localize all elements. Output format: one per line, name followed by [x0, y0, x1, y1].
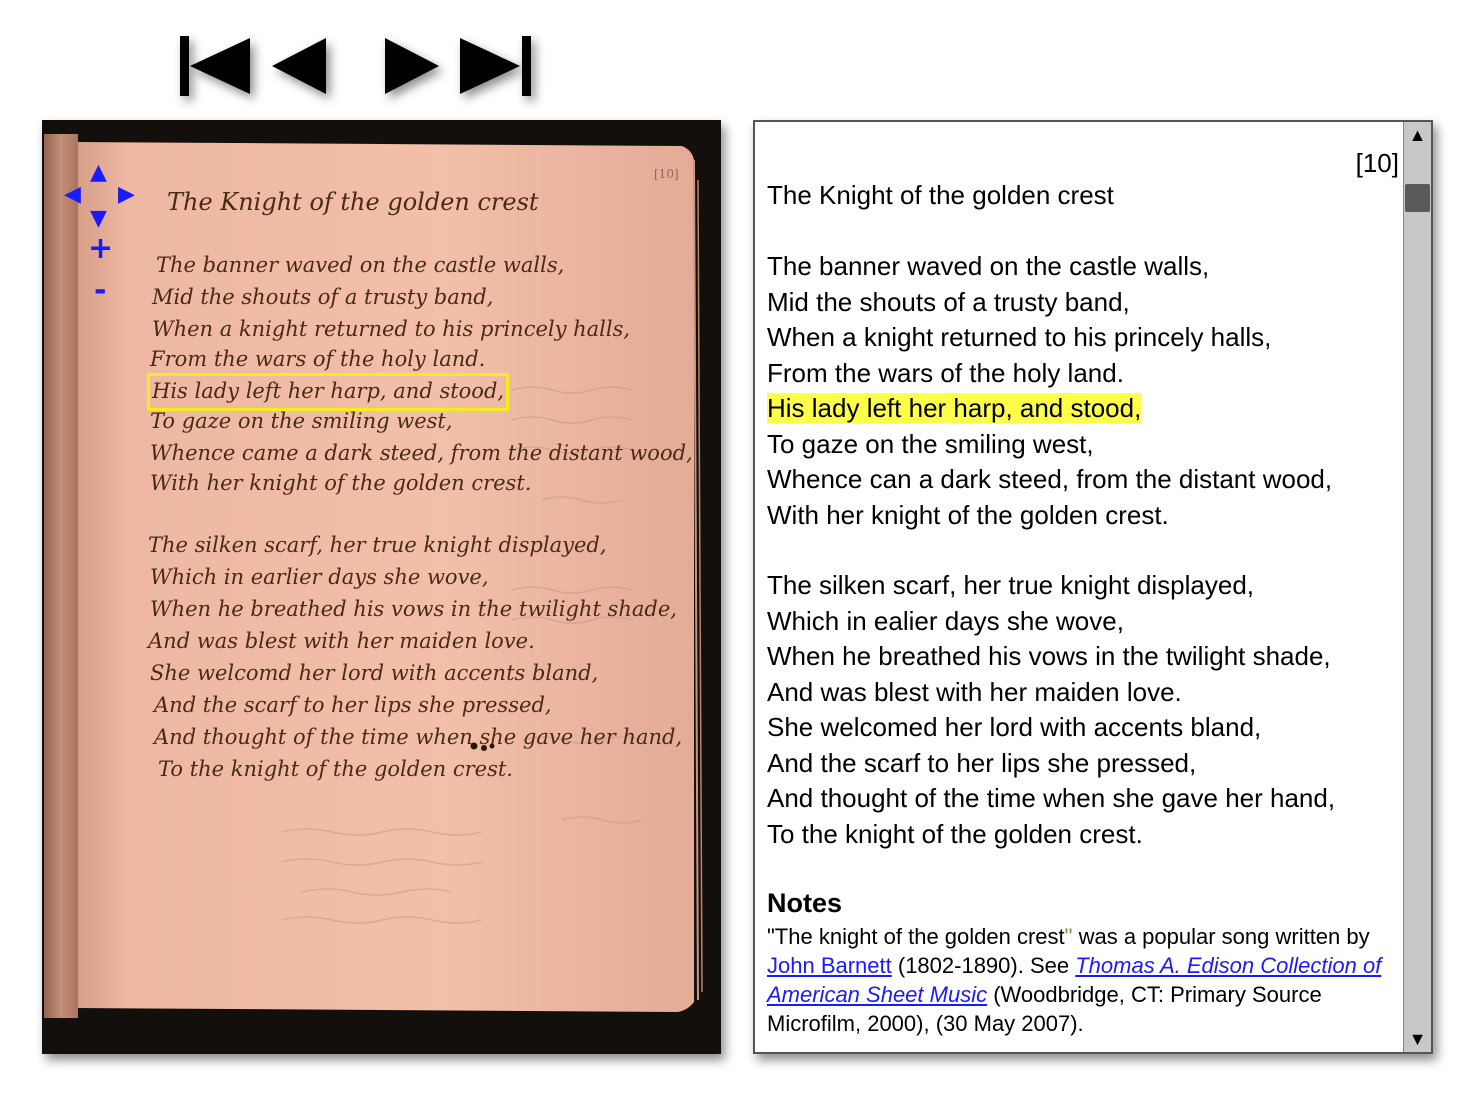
svg-text:With her knight of the golden: With her knight of the golden crest.: [150, 471, 531, 495]
svg-text:Mid the shouts of a trusty ban: Mid the shouts of a trusty band,: [151, 285, 493, 309]
notes-heading: Notes: [767, 888, 843, 918]
svg-text:Which in earlier days she wove: Which in earlier days she wove,: [150, 565, 489, 589]
highlighted-line-text: His lady left her harp, and stood,: [767, 393, 1142, 423]
skip-to-first-icon: [180, 36, 250, 96]
svg-text:To gaze on the smiling west,: To gaze on the smiling west,: [150, 409, 453, 433]
first-page-button[interactable]: [178, 36, 256, 96]
previous-page-button[interactable]: [270, 36, 328, 96]
poem-title: The Knight of the golden crest: [767, 180, 1114, 210]
svg-text:And the scarf to her lips she: And the scarf to her lips she pressed,: [152, 693, 552, 717]
scroll-thumb[interactable]: [1405, 184, 1430, 212]
notes-text-part: was a popular song written by: [1072, 924, 1370, 949]
svg-text:The banner waved on the castle: The banner waved on the castle walls,: [156, 253, 564, 277]
notes-text: "The knight of the golden crest" was a p…: [767, 922, 1405, 1038]
svg-text:To the knight of the golden cr: To the knight of the golden crest.: [158, 757, 513, 781]
poem-line[interactable]: She welcomed her lord with accents bland…: [767, 710, 1335, 746]
svg-text:[10]: [10]: [654, 167, 679, 181]
svg-text:She welcomd her lord with acce: She welcomd her lord with accents bland,: [150, 661, 598, 685]
svg-text:And thought of the time when s: And thought of the time when she gave he…: [152, 725, 682, 749]
poem-line[interactable]: And the scarf to her lips she pressed,: [767, 746, 1335, 782]
previous-icon: [272, 38, 326, 94]
poem-line[interactable]: To gaze on the smiling west,: [767, 427, 1332, 463]
svg-text:From the wars of the holy land: From the wars of the holy land.: [149, 347, 485, 371]
poem-line[interactable]: The silken scarf, her true knight displa…: [767, 568, 1335, 604]
poem-line[interactable]: Mid the shouts of a trusty band,: [767, 285, 1332, 321]
poem-line[interactable]: Whence can a dark steed, from the distan…: [767, 462, 1332, 498]
poem-line[interactable]: With her knight of the golden crest.: [767, 498, 1332, 534]
next-page-button[interactable]: [383, 36, 441, 96]
zoom-in-button[interactable]: +: [88, 234, 113, 264]
author-link[interactable]: John Barnett: [767, 953, 892, 978]
zoom-out-button[interactable]: -: [94, 276, 106, 306]
transcription-panel: [10] The Knight of the golden crest The …: [753, 120, 1433, 1054]
poem-line[interactable]: And thought of the time when she gave he…: [767, 781, 1335, 817]
last-page-button[interactable]: [456, 36, 534, 96]
svg-text:Whence came a dark steed, from: Whence came a dark steed, from the dista…: [150, 441, 693, 465]
svg-text:When a knight returned to his: When a knight returned to his princely h…: [152, 317, 630, 341]
vertical-scrollbar[interactable]: ▲ ▼: [1403, 122, 1431, 1052]
poem-line[interactable]: And was blest with her maiden love.: [767, 675, 1335, 711]
notes-text-part: "The knight of the golden crest: [767, 924, 1065, 949]
poem-line-highlighted[interactable]: His lady left her harp, and stood,: [767, 391, 1332, 427]
pan-right-button[interactable]: ▶: [118, 184, 135, 206]
poem-line[interactable]: When a knight returned to his princely h…: [767, 320, 1332, 356]
transcription-content: [10] The Knight of the golden crest The …: [755, 122, 1405, 1052]
page-number: [10]: [1355, 148, 1399, 178]
stanza-1: The banner waved on the castle walls, Mi…: [767, 249, 1332, 533]
poem-line[interactable]: When he breathed his vows in the twiligh…: [767, 639, 1335, 675]
scroll-down-arrow-icon[interactable]: ▼: [1404, 1026, 1431, 1052]
skip-to-last-icon: [460, 36, 531, 96]
svg-text:When he breathed his vows in t: When he breathed his vows in the twiligh…: [150, 597, 677, 621]
pan-down-button[interactable]: ▼: [90, 208, 107, 230]
next-icon: [385, 38, 439, 94]
manuscript-page-image: [10] The Knight of the golden crest The …: [42, 120, 721, 1054]
poem-line[interactable]: From the wars of the holy land.: [767, 356, 1332, 392]
poem-line[interactable]: To the knight of the golden crest.: [767, 817, 1335, 853]
pan-left-button[interactable]: ◀: [64, 184, 81, 206]
scroll-up-arrow-icon[interactable]: ▲: [1404, 122, 1431, 148]
svg-text:The Knight of the golden crest: The Knight of the golden crest: [167, 188, 539, 216]
stanza-2: The silken scarf, her true knight displa…: [767, 568, 1335, 852]
poem-line[interactable]: The banner waved on the castle walls,: [767, 249, 1332, 285]
svg-text:And was blest with her maiden: And was blest with her maiden love.: [146, 629, 535, 653]
poem-line[interactable]: Which in ealier days she wove,: [767, 604, 1335, 640]
svg-text:The silken scarf, her true kni: The silken scarf, her true knight displa…: [148, 533, 607, 557]
svg-text:His lady left her harp, and st: His lady left her harp, and stood,: [151, 379, 504, 403]
pan-up-button[interactable]: ▲: [90, 162, 107, 184]
notes-text-part: (1802-1890). See: [891, 953, 1076, 978]
manuscript-viewer[interactable]: [10] The Knight of the golden crest The …: [42, 120, 721, 1054]
